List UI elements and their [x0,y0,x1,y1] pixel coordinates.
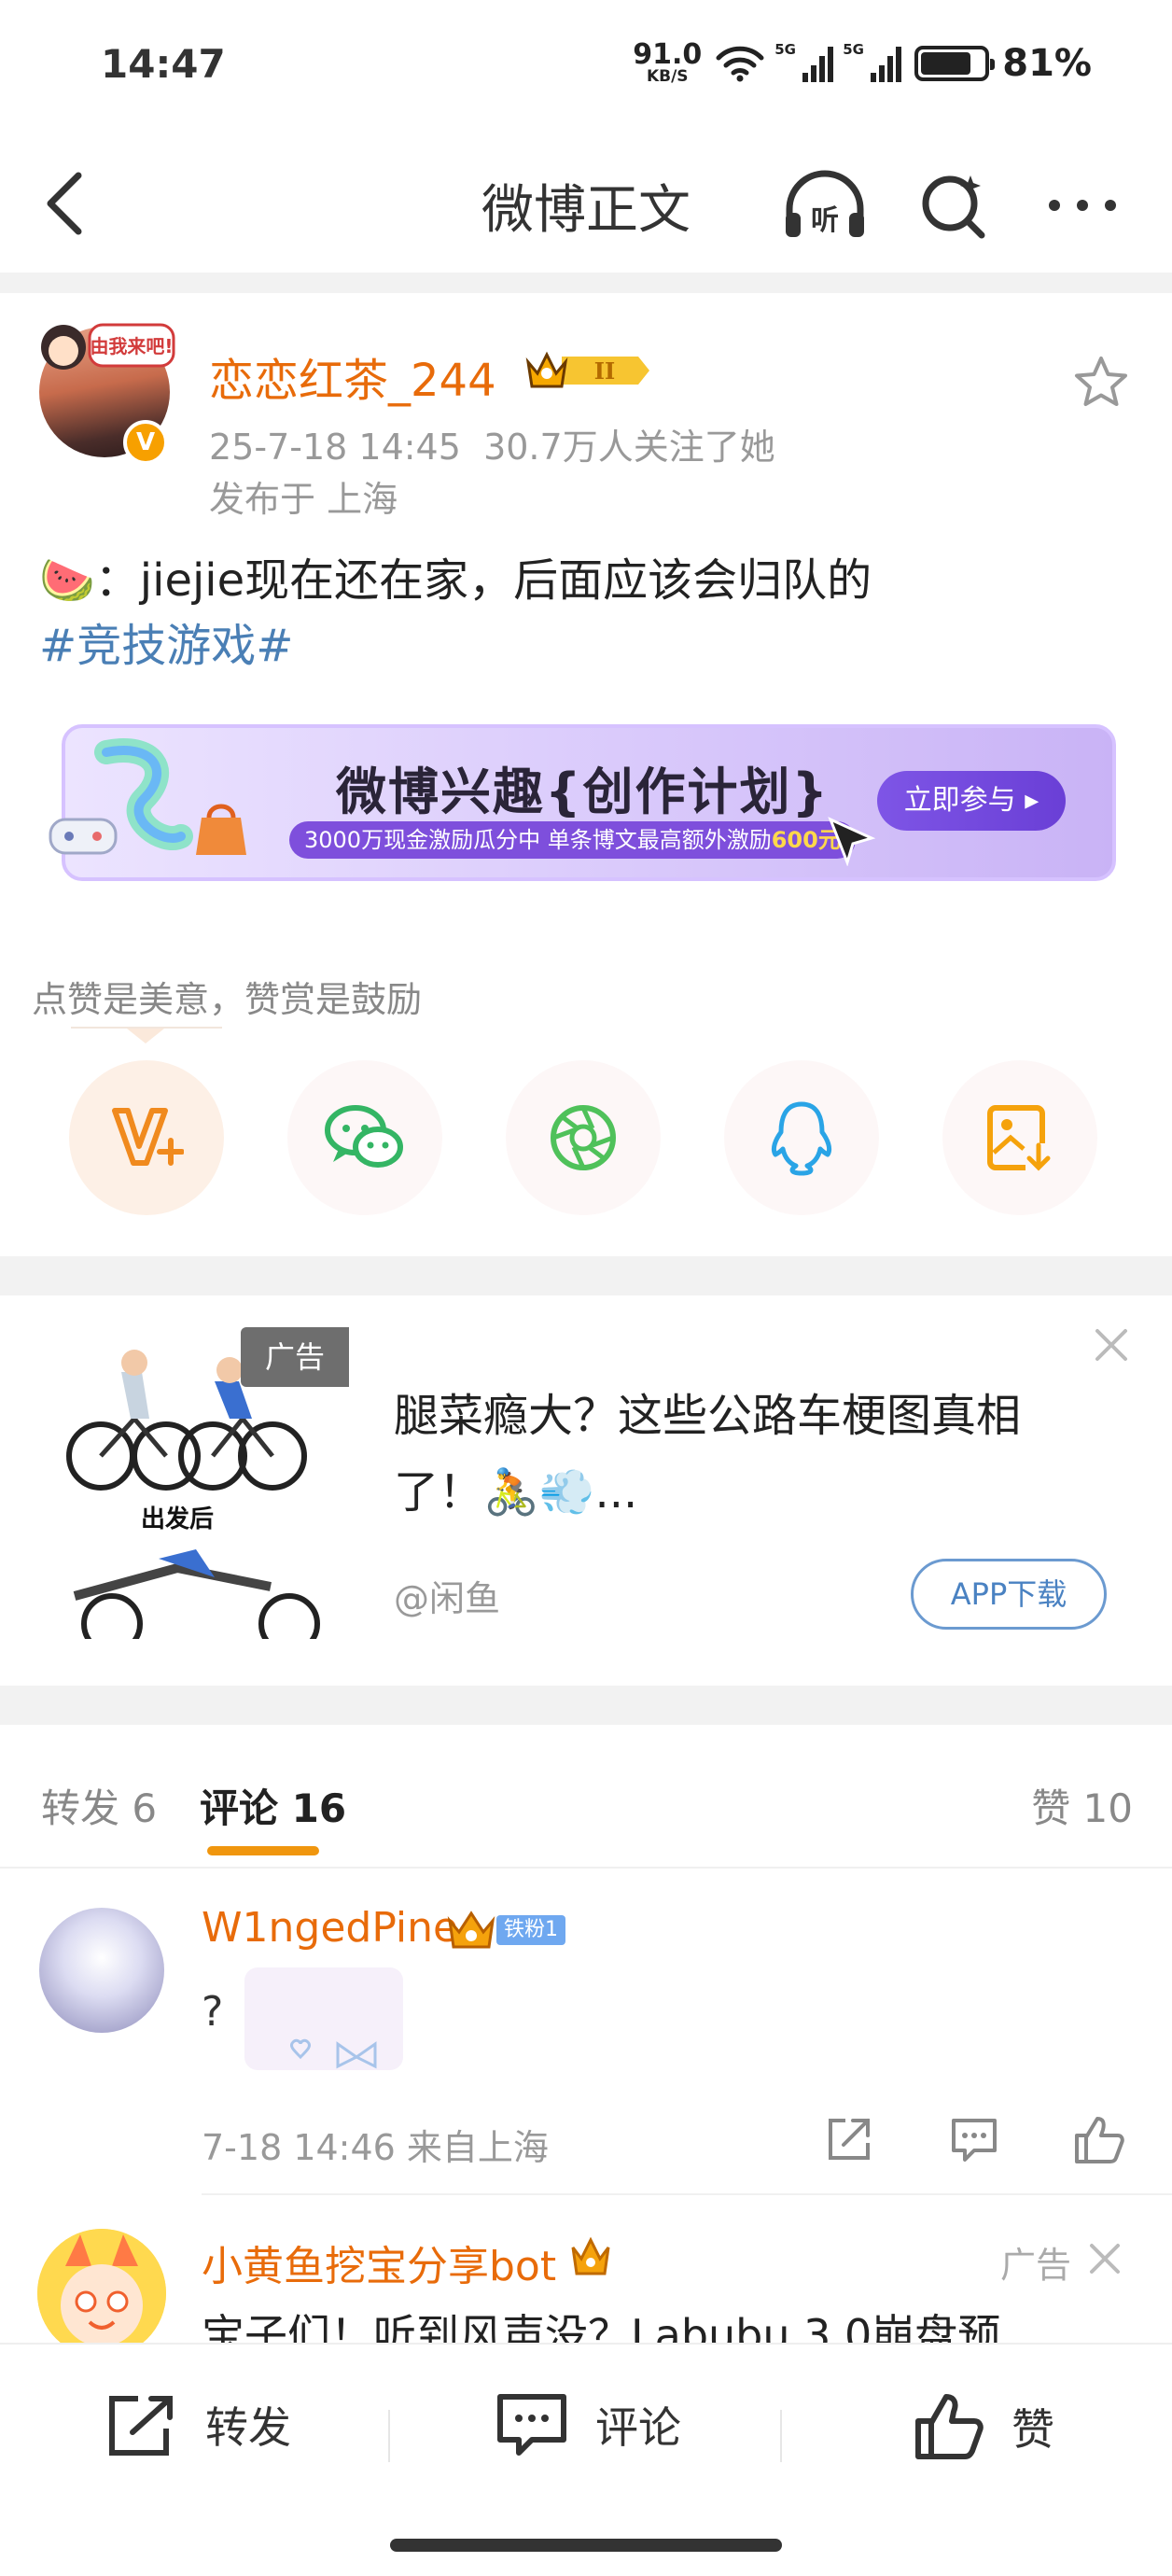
wechat-icon [325,1105,403,1168]
star-icon[interactable] [1071,353,1131,413]
like-icon [915,2394,984,2459]
divider [0,1867,1172,1869]
like-button[interactable]: 赞 [911,2391,1054,2462]
search-button[interactable] [907,159,1000,252]
post-text: 🍉：jiejie现在还在家，后面应该会归队的 [39,554,872,607]
comment-sticker-image[interactable] [244,1967,431,2089]
battery-percent: 81% [1002,41,1092,85]
moments-icon [551,1105,616,1170]
status-time: 14:47 [101,41,226,87]
repost-button[interactable]: 转发 [105,2391,291,2458]
ad-source: @闲鱼 [394,1578,501,1619]
listen-button[interactable]: 听 [778,159,872,252]
svg-text:II: II [594,357,615,385]
ad-title[interactable]: 腿菜瘾大？这些公路车梗图真相了！🚴💨... [394,1378,1103,1531]
tab-likes[interactable]: 赞 10 [1031,1777,1133,1834]
post-location: 发布于 上海 [209,479,398,520]
fan-badge: 铁粉1 [446,1910,565,1951]
save-image-button[interactable] [942,1060,1097,1215]
cursor-icon [828,817,876,866]
post-meta: 25-7-18 14:45 30.7万人关注了她 [209,427,775,468]
comment-button[interactable]: 评论 [495,2391,681,2458]
vplus-icon [112,1108,184,1166]
wifi-icon [716,46,764,81]
divider [388,2410,390,2462]
comment-text: ? [202,1988,224,2036]
divider [0,1686,1172,1725]
close-icon[interactable] [1090,1323,1133,1366]
like-icon[interactable] [1069,2111,1125,2167]
status-indicators: 91.0 KB/S 5G 5G 81% [633,41,1092,85]
divider [202,2193,1172,2195]
search-icon [922,175,985,239]
verified-badge: V [123,420,168,465]
fan-crown-icon [447,1911,495,1949]
tab-repost[interactable]: 转发 6 [41,1777,157,1834]
app-download-button[interactable]: APP下载 [911,1559,1107,1630]
avatar[interactable] [39,1908,164,2033]
join-now-button[interactable]: 立即参与 ▸ [877,771,1066,831]
network-speed: 91.0 KB/S [633,38,703,86]
divider [0,273,1172,293]
reply-icon[interactable] [946,2111,1002,2167]
comment-username[interactable]: 小黄鱼挖宝分享bot [202,2233,556,2292]
cell-signal-icon: 5G [843,41,902,82]
banner-illustration [49,738,246,855]
share-moments-button[interactable] [506,1060,661,1215]
save-image-icon [987,1105,1052,1171]
topic-link[interactable]: #竞技游戏# [39,614,293,678]
cell-signal-icon: 5G [774,41,834,82]
headphones-icon: 听 [786,170,864,237]
comment-username[interactable]: W1ngedPine [202,1904,458,1952]
svg-text:出发后: 出发后 [141,1505,214,1533]
battery-icon [914,45,996,81]
more-button[interactable] [1036,159,1129,252]
share-icon[interactable] [821,2111,877,2167]
member-crown-icon: II [525,351,649,388]
avatar[interactable] [37,2229,166,2358]
share-wechat-button[interactable] [287,1060,442,1215]
comment-icon [497,2394,566,2456]
banner-title: 微博兴趣{创作计划} [336,763,830,821]
svg-text:听: 听 [811,204,839,237]
reward-hint: 点赞是美意，赞赏是鼓励 [32,979,423,1020]
reward-button[interactable] [69,1060,224,1215]
close-icon[interactable] [1086,2240,1123,2277]
ad-tag: 广告 [241,1327,349,1387]
avatar-sticker: 由我来吧! [41,323,175,370]
crown-icon [571,2236,610,2275]
comment-meta: 7-18 14:46 来自上海 [202,2127,549,2168]
home-indicator [390,2539,782,2552]
repost-icon [109,2396,173,2456]
more-icon [1049,200,1116,211]
reward-caret [127,1029,164,1043]
share-qq-button[interactable] [724,1060,879,1215]
qq-icon [771,1101,832,1176]
divider [0,1256,1172,1295]
tab-comments[interactable]: 评论 16 [200,1777,346,1834]
divider [780,2410,782,2462]
svg-text:由我来吧!: 由我来吧! [90,335,173,357]
watermelon-emoji: 🍉 [39,554,95,607]
active-tab-indicator [207,1846,319,1855]
ad-label: 广告 [1000,2245,1072,2286]
banner-subtitle: 3000万现金激励瓜分中 单条博文最高额外激励600元 [289,821,856,859]
author-name[interactable]: 恋恋红茶_244 [209,343,496,409]
